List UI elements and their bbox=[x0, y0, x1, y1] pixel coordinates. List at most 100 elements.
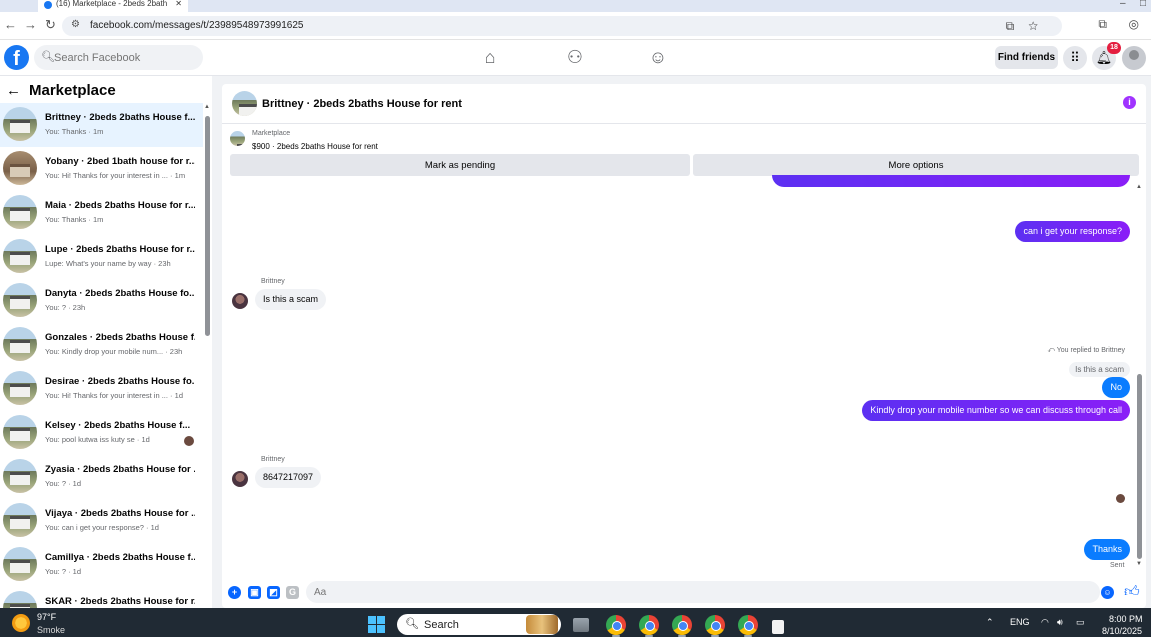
facebook-logo[interactable]: f bbox=[4, 45, 29, 70]
taskbar-search[interactable]: 🔍︎ Search bbox=[397, 614, 561, 635]
chrome-profile-icon[interactable] bbox=[705, 615, 725, 635]
battery-icon[interactable]: ▭ bbox=[1076, 617, 1085, 628]
gif-icon[interactable]: G bbox=[286, 586, 299, 599]
back-icon[interactable]: ← bbox=[4, 17, 17, 32]
scroll-up-icon[interactable]: ▲ bbox=[1136, 184, 1142, 190]
message-bubble-incoming[interactable]: Is this a scam bbox=[255, 289, 327, 310]
conversation-item[interactable]: Vijaya · 2beds 2baths House for ... You:… bbox=[0, 499, 203, 543]
mark-as-pending-button[interactable]: Mark as pending bbox=[230, 154, 690, 176]
conversation-preview: You: ? · 23h bbox=[45, 303, 86, 312]
chat-title[interactable]: Brittney · 2beds 2baths House for rent bbox=[262, 98, 462, 110]
add-attachment-icon[interactable]: + bbox=[228, 586, 241, 599]
scroll-down-icon[interactable]: ▼ bbox=[1136, 561, 1142, 567]
chrome-icon[interactable] bbox=[606, 615, 626, 635]
sidebar-scrollbar[interactable]: ▲ bbox=[203, 104, 211, 608]
message-bubble-outgoing[interactable]: Thanks bbox=[1084, 539, 1130, 560]
search-icon: 🔍︎ bbox=[41, 51, 55, 63]
conversation-item[interactable]: Lupe · 2beds 2baths House for r... Lupe:… bbox=[0, 235, 203, 279]
chrome-profile-icon[interactable] bbox=[738, 615, 758, 635]
volume-icon[interactable]: 🔊︎ bbox=[1057, 617, 1063, 628]
language-indicator[interactable]: ENG bbox=[1010, 617, 1030, 627]
browser-tab-active[interactable]: (16) Marketplace - 2beds 2bath ✕ bbox=[38, 0, 188, 12]
profile-menu-icon[interactable]: ◎ bbox=[1129, 17, 1139, 31]
conversation-item[interactable]: Maia · 2beds 2baths House for r... You: … bbox=[0, 191, 203, 235]
extensions-icon[interactable]: ⧉ bbox=[1098, 17, 1107, 32]
message-input[interactable] bbox=[306, 581, 1100, 603]
listing-thumbnail[interactable] bbox=[230, 131, 245, 146]
search-highlight-image bbox=[526, 615, 558, 634]
seen-avatar bbox=[184, 436, 194, 446]
chrome-profile-icon[interactable] bbox=[639, 615, 659, 635]
show-hidden-icons-icon[interactable]: ⌃ bbox=[986, 617, 994, 628]
conversation-item[interactable]: Kelsey · 2beds 2baths House f... You: po… bbox=[0, 411, 203, 455]
conversation-item[interactable]: Gonzales · 2beds 2baths House f... You: … bbox=[0, 323, 203, 367]
thumbs-up-icon[interactable]: 👍︎ bbox=[1124, 583, 1140, 601]
back-arrow-icon[interactable]: ← bbox=[6, 82, 21, 99]
listing-price[interactable]: $900 · 2beds 2baths House for rent bbox=[252, 142, 378, 151]
clock-date[interactable]: 8/10/2025 bbox=[1102, 626, 1142, 636]
more-options-button[interactable]: More options bbox=[693, 154, 1139, 176]
chat-scrollbar[interactable]: ▲ ▼ bbox=[1136, 184, 1144, 569]
site-info-icon[interactable]: ⚙ bbox=[71, 19, 80, 30]
conversation-title: SKAR · 2beds 2baths House for r... bbox=[45, 596, 195, 607]
weather-condition[interactable]: Smoke bbox=[37, 625, 65, 635]
conversation-item[interactable]: Camillya · 2beds 2baths House f... You: … bbox=[0, 543, 203, 587]
reload-icon[interactable]: ↻ bbox=[45, 17, 56, 33]
scroll-up-icon[interactable]: ▲ bbox=[204, 104, 210, 110]
windows-taskbar: 97°F Smoke 🔍︎ Search ⌃ ENG ◠ 🔊︎ ▭ 8:00 P… bbox=[0, 608, 1151, 637]
facebook-search[interactable]: 🔍︎ bbox=[34, 45, 203, 70]
message-bubble-outgoing[interactable]: Kindly drop your mobile number so we can… bbox=[862, 400, 1130, 421]
url-bar[interactable]: ⚙ facebook.com/messages/t/23989548973991… bbox=[62, 16, 1062, 36]
chat-header: Brittney · 2beds 2baths House for rent i bbox=[222, 84, 1146, 124]
facebook-header: f 🔍︎ ⌂ ⚇ ☺ Find friends ⠿ 🔔︎ 18 bbox=[0, 40, 1151, 76]
search-input[interactable] bbox=[54, 48, 194, 67]
menu-grid-icon[interactable]: ⠿ bbox=[1063, 46, 1087, 70]
scrollbar-thumb[interactable] bbox=[205, 116, 210, 336]
bookmark-star-icon[interactable]: ☆ bbox=[1028, 19, 1052, 33]
wifi-icon[interactable]: ◠ bbox=[1041, 617, 1049, 628]
forward-icon[interactable]: → bbox=[24, 17, 37, 32]
weather-icon[interactable] bbox=[12, 614, 30, 632]
scrollbar-thumb[interactable] bbox=[1137, 374, 1142, 559]
weather-temperature[interactable]: 97°F bbox=[37, 612, 56, 622]
close-window-icon[interactable]: □ bbox=[1140, 0, 1146, 9]
conversation-item[interactable]: Brittney · 2beds 2baths House f... You: … bbox=[0, 103, 203, 147]
photo-icon[interactable]: ▣ bbox=[248, 586, 261, 599]
sticker-icon[interactable]: ◩ bbox=[267, 586, 280, 599]
conversation-item[interactable]: Desirae · 2beds 2baths House fo... You: … bbox=[0, 367, 203, 411]
emoji-icon[interactable]: ☺ bbox=[1101, 586, 1114, 599]
quoted-message[interactable]: Is this a scam bbox=[1069, 362, 1130, 377]
message-bubble-outgoing[interactable] bbox=[772, 175, 1130, 187]
listing-thumbnail[interactable] bbox=[232, 91, 257, 116]
message-bubble-outgoing[interactable]: No bbox=[1102, 377, 1130, 398]
message-bubble-incoming[interactable]: 8647217097 bbox=[255, 467, 322, 488]
minimize-window-icon[interactable]: – bbox=[1120, 0, 1126, 9]
message-bubble-outgoing[interactable]: can i get your response? bbox=[1015, 221, 1130, 242]
install-app-icon[interactable]: ⧉ bbox=[1006, 19, 1029, 33]
info-icon[interactable]: i bbox=[1123, 96, 1136, 109]
friends-icon[interactable]: ⚇ bbox=[565, 47, 585, 68]
conversation-item[interactable]: Danyta · 2beds 2baths House fo... You: ?… bbox=[0, 279, 203, 323]
task-view-icon[interactable] bbox=[573, 618, 589, 632]
clock-time[interactable]: 8:00 PM bbox=[1109, 614, 1143, 624]
conversation-item[interactable]: Yobany · 2bed 1bath house for r... You: … bbox=[0, 147, 203, 191]
account-avatar[interactable] bbox=[1122, 46, 1146, 70]
seen-avatar bbox=[1116, 494, 1125, 503]
close-tab-icon[interactable]: ✕ bbox=[175, 0, 182, 8]
sidebar-title: Marketplace bbox=[29, 82, 116, 99]
sender-avatar[interactable] bbox=[232, 293, 248, 309]
windows-start-icon[interactable] bbox=[368, 616, 385, 633]
home-icon[interactable]: ⌂ bbox=[480, 47, 500, 68]
conversation-title: Danyta · 2beds 2baths House fo... bbox=[45, 288, 195, 299]
sender-avatar[interactable] bbox=[232, 471, 248, 487]
conversation-preview: You: can i get your response? · 1d bbox=[45, 523, 159, 532]
conversation-item[interactable]: SKAR · 2beds 2baths House for r... bbox=[0, 587, 203, 608]
conversation-preview: You: ? · 1d bbox=[45, 567, 82, 576]
chrome-profile-icon[interactable] bbox=[672, 615, 692, 635]
conversation-title: Camillya · 2beds 2baths House f... bbox=[45, 552, 195, 563]
find-friends-button[interactable]: Find friends bbox=[995, 46, 1058, 69]
conversation-item[interactable]: Zyasia · 2beds 2baths House for ... You:… bbox=[0, 455, 203, 499]
document-app-icon[interactable] bbox=[772, 620, 784, 634]
groups-icon[interactable]: ☺ bbox=[648, 47, 668, 68]
listing-thumbnail bbox=[3, 503, 37, 537]
